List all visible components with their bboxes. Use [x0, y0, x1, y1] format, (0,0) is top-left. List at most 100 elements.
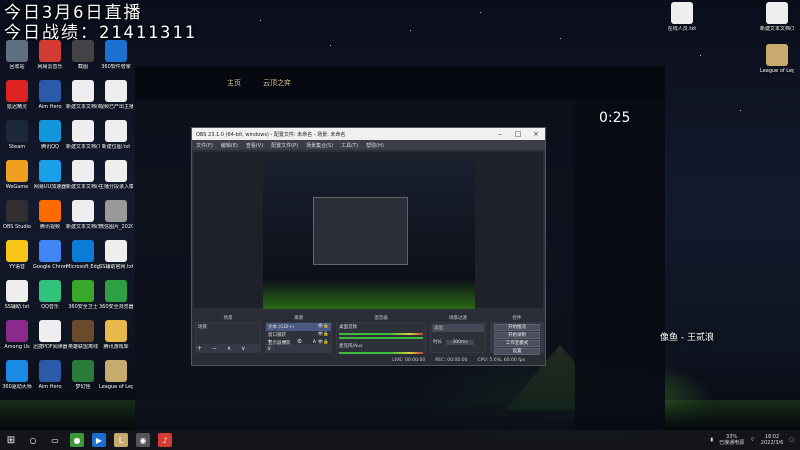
- start-recording-button[interactable]: 开始录制: [494, 332, 540, 339]
- desktop-icon[interactable]: 360软件管家: [99, 40, 133, 70]
- desktop-icon[interactable]: Microsoft Edge: [66, 240, 100, 270]
- desktop-icon[interactable]: 微信图片_2020051...: [99, 200, 133, 230]
- lol-taskbar-icon[interactable]: L: [114, 433, 128, 447]
- start-streaming-button[interactable]: 开始推流: [494, 324, 540, 331]
- game-launcher-icon[interactable]: ●: [70, 433, 84, 447]
- desktop-icon[interactable]: 主播分段录入模板: [99, 160, 133, 190]
- desktop-icon[interactable]: Steam: [0, 120, 34, 150]
- obs-menu-item[interactable]: 帮助(H): [366, 142, 384, 149]
- desktop-icon[interactable]: 新建文本文档(5).txt: [66, 200, 100, 230]
- desktop-icon-label: League of Legends: [760, 68, 794, 74]
- desktop-icon[interactable]: 网易云音乐: [33, 40, 67, 70]
- desktop-icon[interactable]: 新建文本文档(3).txt: [760, 2, 794, 32]
- desktop-icon[interactable]: 360安全浏览器: [99, 280, 133, 310]
- volume-slider[interactable]: [339, 337, 423, 339]
- desktop-icon[interactable]: 英雄联盟离线: [66, 320, 100, 350]
- desktop-icon[interactable]: 网易UU加速器: [33, 160, 67, 190]
- obs-menu-item[interactable]: 场景集合(S): [306, 142, 333, 149]
- desktop-icon[interactable]: SS辅助官网.txt: [99, 240, 133, 270]
- obs-menu-item[interactable]: 查看(V): [246, 142, 263, 149]
- source-item[interactable]: 文本 (GDI+) 👁🔒: [266, 323, 331, 331]
- minimize-icon[interactable]: –: [491, 128, 509, 140]
- latency-icon: [6, 80, 28, 102]
- desktop-icon-label: League of Legends: [99, 384, 133, 390]
- search-icon[interactable]: ○: [26, 433, 40, 447]
- desktop-icon[interactable]: QQ音乐: [33, 280, 67, 310]
- desktop-icon[interactable]: 新建位图.txt: [99, 120, 133, 150]
- desktop-icon[interactable]: Aim Hero: [33, 80, 67, 110]
- desktop-icon[interactable]: 新建文本文档(4).txt: [66, 160, 100, 190]
- desktop-icon[interactable]: YY语音: [0, 240, 34, 270]
- obs-menu-item[interactable]: 工具(T): [341, 142, 358, 149]
- task-view-icon[interactable]: ▭: [48, 433, 62, 447]
- desktop-icon[interactable]: OBS Studio: [0, 200, 34, 230]
- desktop-icon-label: Google Chrome: [33, 264, 67, 270]
- desktop-icon[interactable]: 腾讯视频: [33, 200, 67, 230]
- notification-icon[interactable]: ▢: [789, 437, 794, 443]
- desktop-icon[interactable]: 延迟精灵: [0, 80, 34, 110]
- desktop-icon-label: 英雄联盟离线: [67, 344, 98, 350]
- tab-tft[interactable]: 云顶之弈: [263, 78, 291, 88]
- obs-taskbar-icon[interactable]: ◉: [136, 433, 150, 447]
- desktop-icon[interactable]: 回收站: [0, 40, 34, 70]
- visibility-lock-icon[interactable]: 👁🔒: [318, 332, 329, 337]
- browser-icon[interactable]: ▶: [92, 433, 106, 447]
- desktop-icon[interactable]: 截图: [66, 40, 100, 70]
- desktop-icon[interactable]: 360驱动大师: [0, 360, 34, 390]
- live-status: LIVE: 00:00:00: [392, 357, 426, 363]
- cpu-status: CPU: 5.6%, 60.00 fps: [477, 357, 526, 363]
- desktop-icon[interactable]: Among Us: [0, 320, 34, 350]
- chrome-icon: [39, 240, 61, 262]
- desktop-icon[interactable]: 新建文本文档(6).txt: [66, 80, 100, 110]
- desktop-icon-label: 微信图片_2020051...: [99, 224, 133, 230]
- text-file-icon: [6, 280, 28, 302]
- mixer-dock-title: 混音器: [336, 315, 426, 322]
- desktop-icon-label: QQ音乐: [41, 304, 59, 310]
- folder-icon: [105, 320, 127, 342]
- desktop-icon[interactable]: 腾讯游戏库: [99, 320, 133, 350]
- desktop-icon[interactable]: League of Legends: [99, 360, 133, 390]
- studio-mode-button[interactable]: 工作室模式: [494, 340, 540, 347]
- desktop-icon[interactable]: 新建文本文档(7).txt: [66, 120, 100, 150]
- desktop-icon[interactable]: 迅捷PDF阅读器: [33, 320, 67, 350]
- network-icon[interactable]: ⌔: [750, 437, 755, 443]
- obs-title-text: OBS 23.1.0 (64-bit, windows) - 配置文件: 未命名…: [196, 131, 346, 138]
- obs-menu-item[interactable]: 配置文件(P): [271, 142, 298, 149]
- desktop-icon[interactable]: Aim Hero: [33, 360, 67, 390]
- desktop-icon-label: 360驱动大师: [2, 384, 32, 390]
- scene-item[interactable]: 场景: [196, 323, 260, 331]
- battery-icon[interactable]: ▮: [710, 437, 713, 443]
- close-icon[interactable]: ×: [527, 128, 545, 140]
- lol-icon: [766, 44, 788, 66]
- transition-select[interactable]: 淡出: [432, 324, 484, 332]
- desktop-icon-label: Steam: [8, 144, 26, 150]
- maximize-icon[interactable]: □: [509, 128, 527, 140]
- queue-timer: 0:25: [599, 110, 631, 126]
- desktop-icon[interactable]: League of Legends: [760, 44, 794, 74]
- desktop-icon-label: Among Us: [4, 344, 30, 350]
- obs-menu-item[interactable]: 文件(F): [196, 142, 213, 149]
- netease-taskbar-icon[interactable]: ♪: [158, 433, 172, 447]
- scenes-dock-toolbar[interactable]: + − ∧ ∨: [197, 345, 250, 352]
- desktop-icon-label: 新建文本文档(5).txt: [66, 224, 100, 230]
- windows-start-icon[interactable]: ⊞: [4, 433, 18, 447]
- desktop-icon[interactable]: 梦幻怪: [66, 360, 100, 390]
- visibility-lock-icon[interactable]: 👁🔒: [318, 324, 329, 329]
- desktop-icon[interactable]: WeGame: [0, 160, 34, 190]
- desktop-icon-label: WeGame: [5, 184, 29, 190]
- desktop-icon[interactable]: 视频已产出主播: [99, 80, 133, 110]
- system-tray: ▮ 33% 已接通电源 ⌔ 18:02 2022/3/6 ▢: [710, 430, 800, 450]
- controls-dock-title: 控件: [490, 315, 544, 322]
- sources-dock-toolbar[interactable]: + − ⚙ ∧ ∨: [267, 338, 332, 352]
- settings-button[interactable]: 设置: [494, 348, 540, 355]
- obs-window[interactable]: OBS 23.1.0 (64-bit, windows) - 配置文件: 未命名…: [191, 127, 546, 366]
- desktop-icon[interactable]: 在线人员.txt: [665, 2, 699, 32]
- desktop-icon[interactable]: 腾讯QQ: [33, 120, 67, 150]
- duration-input[interactable]: 300ms: [446, 340, 474, 345]
- desktop-icon[interactable]: SS辅助.txt: [0, 280, 34, 310]
- desktop-icon[interactable]: Google Chrome: [33, 240, 67, 270]
- text-file-icon: [766, 2, 788, 24]
- desktop-icon[interactable]: 360安全卫士: [66, 280, 100, 310]
- obs-menu-item[interactable]: 编辑(E): [221, 142, 238, 149]
- tab-home[interactable]: 主页: [227, 78, 241, 88]
